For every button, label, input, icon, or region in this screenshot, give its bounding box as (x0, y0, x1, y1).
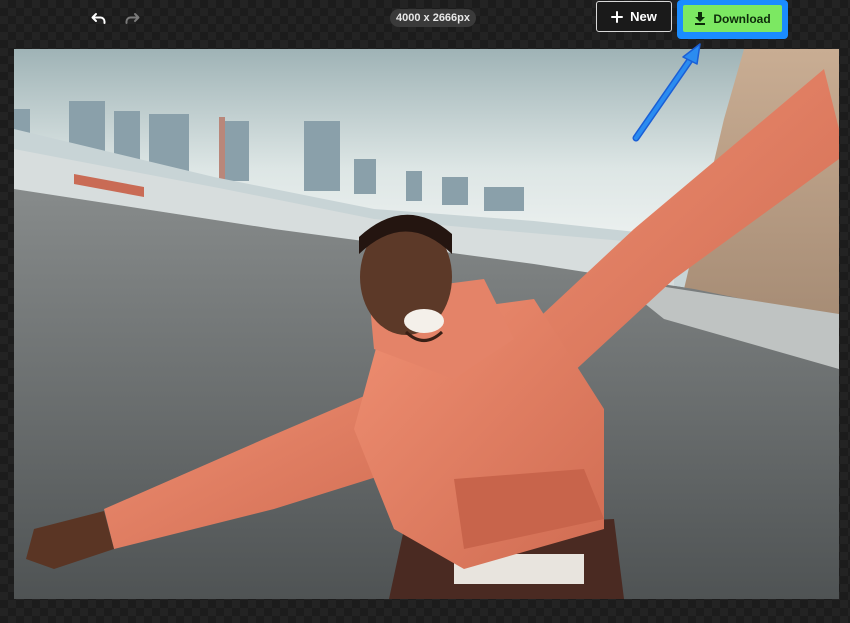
download-icon (695, 12, 706, 25)
download-button[interactable]: Download (683, 5, 782, 32)
canvas-image[interactable] (14, 49, 839, 599)
plus-icon (611, 10, 624, 23)
redo-button[interactable] (121, 8, 143, 30)
new-button-label: New (630, 9, 657, 24)
new-button[interactable]: New (596, 1, 672, 32)
undo-button[interactable] (88, 8, 110, 30)
download-button-label: Download (713, 11, 771, 26)
undo-icon (91, 13, 106, 24)
redo-icon (125, 13, 140, 24)
editor-toolbar: 4000 x 2666px New Download (0, 0, 850, 39)
image-dimensions-badge: 4000 x 2666px (390, 9, 477, 27)
